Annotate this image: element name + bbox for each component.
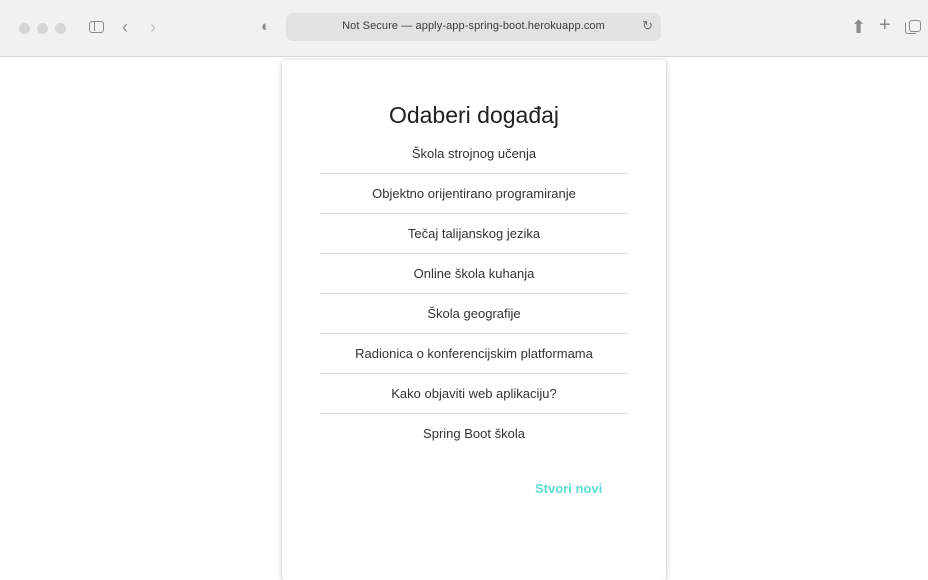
- list-item[interactable]: Objektno orijentirano programiranje: [320, 174, 628, 214]
- list-item[interactable]: Radionica o konferencijskim platformama: [320, 334, 628, 374]
- event-list: Škola strojnog učenja Objektno orijentir…: [320, 134, 628, 453]
- new-tab-icon[interactable]: +: [879, 15, 891, 35]
- shield-icon[interactable]: ◐: [261, 18, 270, 36]
- tab-overview-icon[interactable]: [905, 20, 921, 34]
- forward-icon[interactable]: ›: [150, 18, 156, 36]
- address-bar[interactable]: Not Secure — apply-app-spring-boot.herok…: [286, 13, 661, 41]
- zoom-window-button[interactable]: [55, 23, 66, 34]
- close-window-button[interactable]: [19, 23, 30, 34]
- list-item[interactable]: Škola geografije: [320, 294, 628, 334]
- list-item[interactable]: Škola strojnog učenja: [320, 134, 628, 174]
- address-text: Not Secure — apply-app-spring-boot.herok…: [342, 20, 605, 32]
- browser-toolbar: ‹ › ◐ Not Secure — apply-app-spring-boot…: [0, 0, 928, 57]
- sidebar-icon[interactable]: [89, 21, 104, 33]
- reload-icon[interactable]: ↻: [642, 18, 653, 34]
- list-item[interactable]: Spring Boot škola: [320, 414, 628, 453]
- event-picker-card: Odaberi događaj Škola strojnog učenja Ob…: [282, 60, 666, 580]
- share-icon[interactable]: ⬆: [851, 18, 866, 36]
- back-icon[interactable]: ‹: [122, 18, 128, 36]
- list-item[interactable]: Kako objaviti web aplikaciju?: [320, 374, 628, 414]
- list-item[interactable]: Tečaj talijanskog jezika: [320, 214, 628, 254]
- page-title: Odaberi događaj: [388, 102, 560, 128]
- create-new-link[interactable]: Stvori novi: [535, 481, 602, 496]
- list-item[interactable]: Online škola kuhanja: [320, 254, 628, 294]
- minimize-window-button[interactable]: [37, 23, 48, 34]
